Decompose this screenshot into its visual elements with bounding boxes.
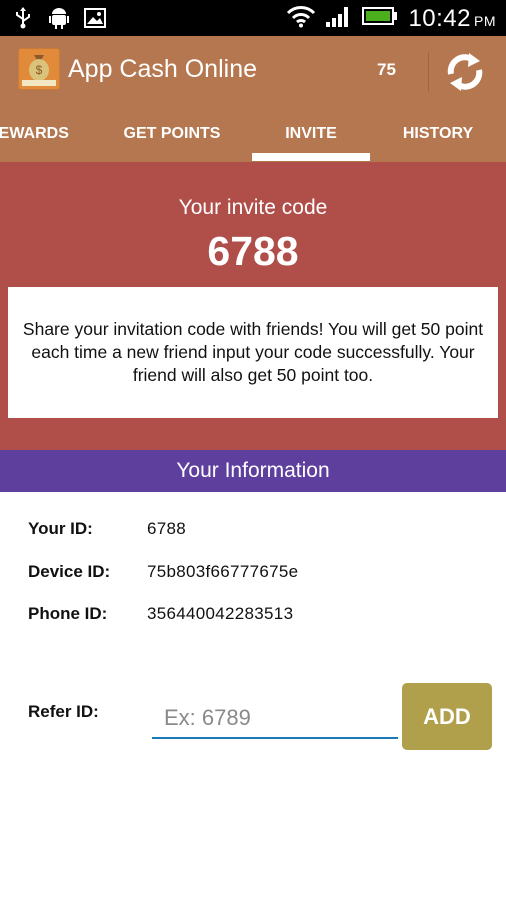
status-right: 10:42 PM <box>286 4 496 33</box>
refresh-button[interactable] <box>443 50 487 94</box>
clock: 10:42 PM <box>408 4 496 32</box>
info-label: Phone ID: <box>28 604 108 623</box>
image-icon <box>84 6 106 30</box>
info-header: Your Information <box>0 450 506 492</box>
status-left-icons <box>12 6 106 30</box>
invite-code-label: Your invite code <box>178 196 328 219</box>
refresh-icon <box>447 53 483 91</box>
svg-text:$: $ <box>36 63 43 77</box>
app-title: App Cash Online <box>68 55 258 83</box>
wifi-icon <box>286 4 316 33</box>
tab-selected-indicator <box>252 153 370 161</box>
tab-get-points[interactable]: GET POINTS <box>102 106 242 162</box>
invite-panel: Your invite code 6788 Share your invitat… <box>0 162 506 450</box>
usb-icon <box>12 6 34 30</box>
appbar-divider <box>428 52 429 92</box>
invite-code: 6788 <box>207 228 299 274</box>
status-bar: 10:42 PM <box>0 0 506 36</box>
refer-id-input[interactable] <box>152 699 398 739</box>
share-text: Share your invitation code with friends!… <box>22 319 484 385</box>
tab-history[interactable]: HISTORY <box>388 106 488 162</box>
battery-icon <box>362 6 398 31</box>
signal-icon <box>326 4 352 33</box>
info-value: 75b803f66777675e <box>147 562 299 581</box>
info-label: Device ID: <box>28 562 111 581</box>
refer-id-label: Refer ID: <box>28 702 99 721</box>
info-value: 6788 <box>147 519 187 538</box>
points-count: 75 <box>377 60 396 79</box>
share-info-box: Share your invitation code with friends!… <box>8 287 498 418</box>
android-debug-icon <box>48 6 70 30</box>
money-bag-icon: $ <box>22 55 56 86</box>
app-bar: $ App Cash Online 75 <box>0 36 506 106</box>
info-label: Your ID: <box>28 519 93 538</box>
info-value: 356440042283513 <box>147 604 294 623</box>
add-button[interactable]: ADD <box>402 683 492 750</box>
app-logo[interactable]: $ <box>18 48 60 90</box>
tab-rewards[interactable]: REWARDS <box>0 106 78 162</box>
